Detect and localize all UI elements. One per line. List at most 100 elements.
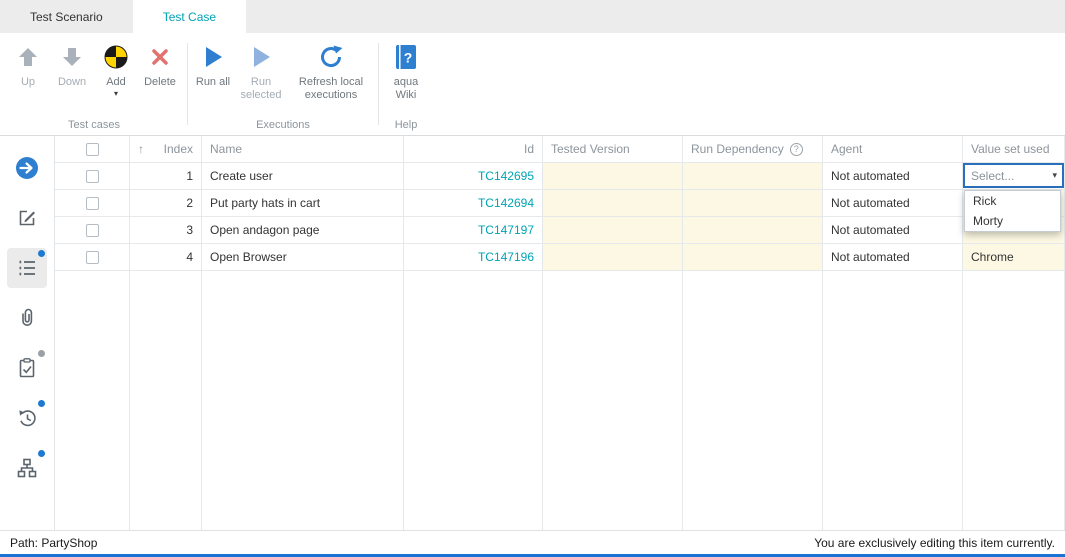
index-cell: 3	[130, 217, 202, 244]
sidebar	[0, 136, 55, 530]
agent-cell[interactable]: Not automated	[823, 190, 963, 217]
agent-cell[interactable]: Not automated	[823, 217, 963, 244]
ribbon-group-label-help: Help	[384, 117, 428, 135]
row-checkbox[interactable]	[86, 251, 99, 264]
table-row: 3 Open andagon page TC147197 Not automat…	[55, 217, 1065, 244]
agent-cell[interactable]: Not automated	[823, 163, 963, 190]
run-dependency-info-icon[interactable]: ?	[790, 143, 803, 156]
delete-button-label: Delete	[144, 76, 176, 89]
sidebar-item-history[interactable]	[7, 398, 47, 438]
col-header-tested-version[interactable]: Tested Version	[543, 136, 683, 163]
refresh-icon	[318, 41, 344, 73]
value-set-editor-cell: Select... ▾ Rick Morty	[963, 163, 1065, 190]
row-checkbox[interactable]	[86, 224, 99, 237]
sidebar-item-dependencies[interactable]	[7, 448, 47, 488]
add-test-case-icon	[103, 41, 129, 73]
run-selected-button[interactable]: Run selected	[233, 39, 289, 104]
name-cell[interactable]: Open andagon page	[202, 217, 404, 244]
row-checkbox[interactable]	[86, 170, 99, 183]
value-set-cell[interactable]: Chrome	[963, 244, 1065, 271]
test-case-table: ↑ Index Name Id Tested Version Run Depen…	[55, 136, 1065, 530]
down-button[interactable]: Down	[50, 39, 94, 91]
tested-version-cell[interactable]	[543, 163, 683, 190]
row-select-cell	[55, 190, 130, 217]
col-header-run-dependency[interactable]: Run Dependency ?	[683, 136, 823, 163]
notification-dot	[38, 250, 45, 257]
id-link[interactable]: TC142695	[404, 163, 543, 190]
sidebar-item-navigate[interactable]	[7, 148, 47, 188]
run-dependency-cell[interactable]	[683, 217, 823, 244]
tab-test-scenario[interactable]: Test Scenario	[0, 0, 133, 33]
clipboard-icon	[16, 357, 38, 379]
tested-version-cell[interactable]	[543, 244, 683, 271]
sort-ascending-icon: ↑	[138, 142, 144, 156]
id-link[interactable]: TC147196	[404, 244, 543, 271]
col-header-name[interactable]: Name	[202, 136, 404, 163]
col-header-id[interactable]: Id	[404, 136, 543, 163]
tested-version-cell[interactable]	[543, 190, 683, 217]
up-button-label: Up	[21, 76, 35, 89]
name-cell[interactable]: Open Browser	[202, 244, 404, 271]
delete-x-icon	[150, 41, 170, 73]
name-cell[interactable]: Put party hats in cart	[202, 190, 404, 217]
refresh-local-executions-button[interactable]: Refresh local executions	[289, 39, 373, 104]
value-set-combobox[interactable]: Select... ▾	[963, 163, 1064, 188]
name-cell[interactable]: Create user	[202, 163, 404, 190]
value-set-dropdown-list: Rick Morty	[964, 190, 1061, 232]
delete-button[interactable]: Delete	[138, 39, 182, 91]
ribbon-group-label-test-cases: Test cases	[6, 117, 182, 135]
add-dropdown-caret-icon: ▾	[114, 90, 118, 98]
list-icon	[16, 257, 38, 279]
app-window: Test Scenario Test Case Up Down	[0, 0, 1065, 557]
arrow-circle-icon	[14, 155, 40, 181]
select-all-checkbox[interactable]	[86, 143, 99, 156]
run-dependency-cell[interactable]	[683, 190, 823, 217]
sidebar-item-test-case-list[interactable]	[7, 248, 47, 288]
col-header-value-set-used[interactable]: Value set used	[963, 136, 1065, 163]
run-selected-label: Run selected	[235, 76, 287, 102]
content-area: ↑ Index Name Id Tested Version Run Depen…	[0, 136, 1065, 530]
table-row: 1 Create user TC142695 Not automated Sel…	[55, 163, 1065, 190]
up-arrow-icon	[16, 41, 40, 73]
index-cell: 2	[130, 190, 202, 217]
table-row: 2 Put party hats in cart TC142694 Not au…	[55, 190, 1065, 217]
col-header-index[interactable]: ↑ Index	[130, 136, 202, 163]
ribbon-tabbar: Test Scenario Test Case	[0, 0, 1065, 33]
id-link[interactable]: TC147197	[404, 217, 543, 244]
table-empty-area	[55, 271, 1065, 530]
aqua-wiki-label: aqua Wiki	[386, 76, 426, 102]
id-link[interactable]: TC142694	[404, 190, 543, 217]
row-select-cell	[55, 217, 130, 244]
add-button[interactable]: Add ▾	[94, 39, 138, 100]
ribbon-group-help: ? aqua Wiki Help	[384, 35, 428, 135]
run-dependency-cell[interactable]	[683, 244, 823, 271]
notification-dot	[38, 400, 45, 407]
row-select-cell	[55, 163, 130, 190]
sitemap-icon	[16, 457, 38, 479]
dropdown-option-rick[interactable]: Rick	[965, 191, 1060, 211]
col-header-agent[interactable]: Agent	[823, 136, 963, 163]
ribbon-separator	[187, 43, 188, 125]
help-book-icon: ?	[394, 41, 418, 73]
dropdown-option-morty[interactable]: Morty	[965, 211, 1060, 231]
run-all-button[interactable]: Run all	[193, 39, 233, 91]
table-row: 4 Open Browser TC147196 Not automated Ch…	[55, 244, 1065, 271]
run-all-play-icon	[202, 41, 224, 73]
run-dependency-cell[interactable]	[683, 163, 823, 190]
tested-version-cell[interactable]	[543, 217, 683, 244]
aqua-wiki-button[interactable]: ? aqua Wiki	[384, 39, 428, 104]
agent-cell[interactable]: Not automated	[823, 244, 963, 271]
index-cell: 4	[130, 244, 202, 271]
tab-test-case[interactable]: Test Case	[133, 0, 246, 33]
index-cell: 1	[130, 163, 202, 190]
run-selected-play-icon	[250, 41, 272, 73]
ribbon: Up Down Add	[0, 33, 1065, 136]
add-button-label: Add	[106, 76, 126, 89]
row-checkbox[interactable]	[86, 197, 99, 210]
sidebar-item-edit[interactable]	[7, 198, 47, 238]
sidebar-item-tasks[interactable]	[7, 348, 47, 388]
sidebar-item-attachments[interactable]	[7, 298, 47, 338]
ribbon-group-test-cases: Up Down Add	[6, 35, 182, 135]
col-header-select	[55, 136, 130, 163]
up-button[interactable]: Up	[6, 39, 50, 91]
